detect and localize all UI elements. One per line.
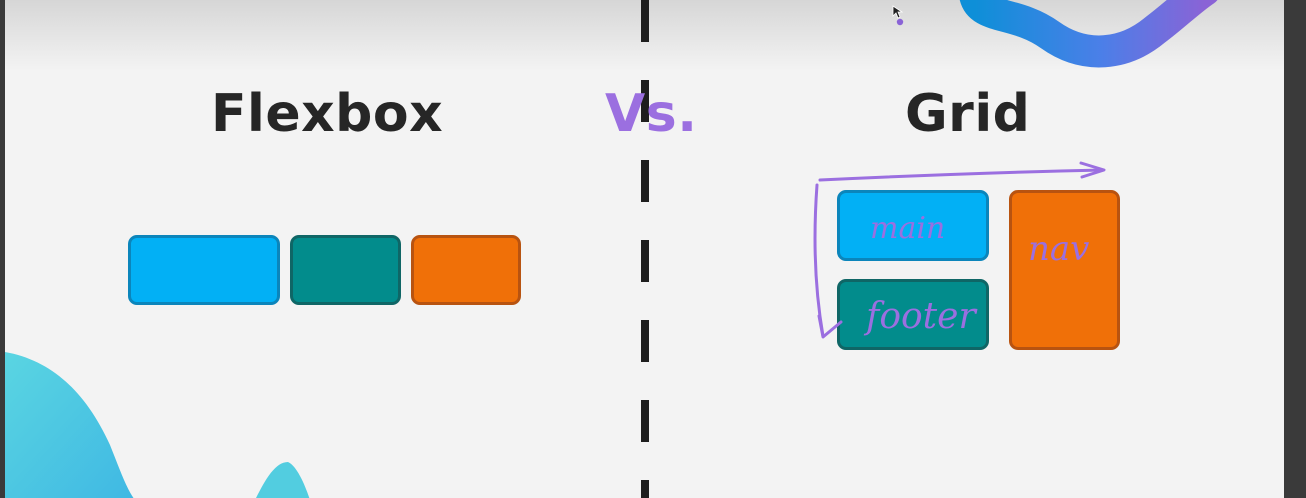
column-axis-arrow — [813, 183, 825, 338]
row-axis-arrow — [818, 168, 1105, 182]
slide-canvas: Flexbox Vs. Grid main footer nav — [5, 0, 1284, 498]
column-arrowhead — [817, 314, 843, 339]
axis-annotations — [813, 161, 1106, 339]
